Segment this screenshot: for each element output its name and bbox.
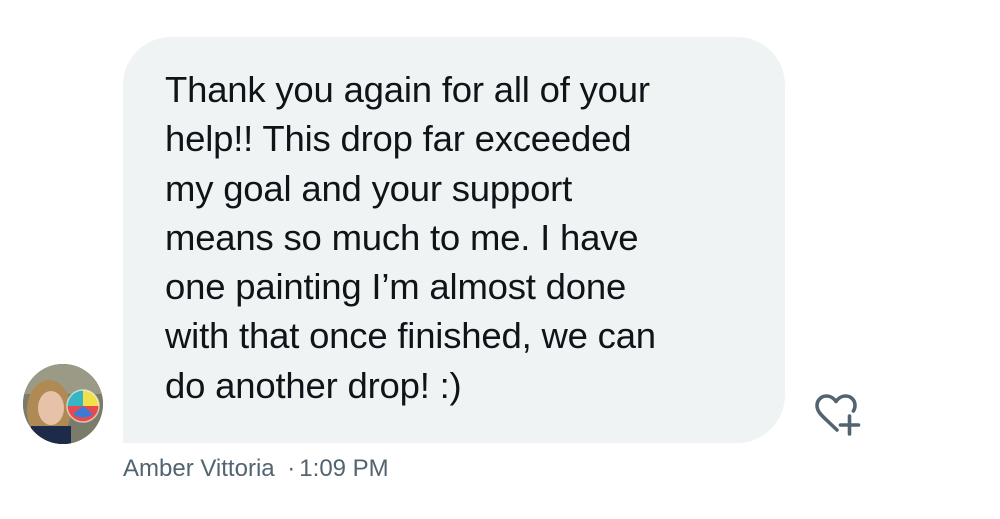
meta-separator: · <box>287 455 296 482</box>
message-bubble[interactable]: Thank you again for all of your help!! T… <box>123 37 785 443</box>
sender-name[interactable]: Amber Vittoria <box>123 455 275 482</box>
avatar[interactable] <box>23 364 103 444</box>
message-meta: Amber Vittoria · 1:09 PM <box>123 453 389 485</box>
message-time: 1:09 PM <box>299 455 389 482</box>
avatar-photo <box>23 364 103 444</box>
add-reaction-button[interactable] <box>807 389 865 439</box>
message-text: Thank you again for all of your help!! T… <box>165 69 656 406</box>
heart-plus-icon <box>815 394 861 436</box>
message-row: Thank you again for all of your help!! T… <box>0 0 1000 519</box>
